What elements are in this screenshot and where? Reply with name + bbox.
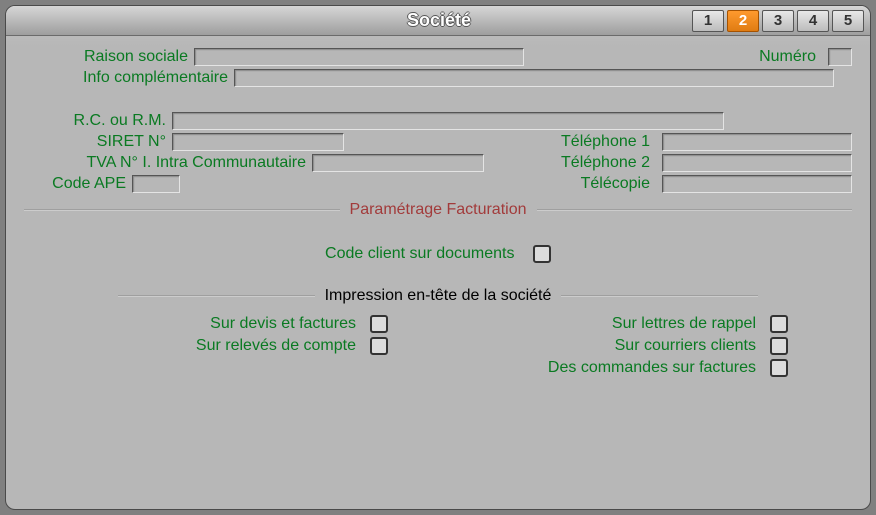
section-impression-title: Impression en-tête de la société bbox=[325, 287, 552, 305]
label-code-client-docs: Code client sur documents bbox=[325, 245, 520, 262]
input-tva-intra[interactable] bbox=[312, 154, 484, 172]
checkbox-sur-devis-factures[interactable] bbox=[370, 315, 388, 333]
section-facturation-title: Paramétrage Facturation bbox=[350, 201, 527, 219]
input-siret[interactable] bbox=[172, 133, 344, 151]
label-siret: SIRET N° bbox=[24, 133, 172, 151]
label-tel1: Téléphone 1 bbox=[561, 133, 656, 151]
checkbox-sur-releves[interactable] bbox=[370, 337, 388, 355]
pager-btn-5[interactable]: 5 bbox=[832, 10, 864, 32]
input-code-ape[interactable] bbox=[132, 175, 180, 193]
label-rc-rm: R.C. ou R.M. bbox=[24, 112, 172, 130]
pager: 1 2 3 4 5 bbox=[692, 10, 864, 32]
label-code-ape: Code APE bbox=[24, 175, 132, 193]
label-fax: Télécopie bbox=[581, 175, 656, 193]
input-fax[interactable] bbox=[662, 175, 852, 193]
label-tva-intra: TVA N° I. Intra Communautaire bbox=[24, 154, 312, 172]
pager-btn-1[interactable]: 1 bbox=[692, 10, 724, 32]
input-info-compl[interactable] bbox=[234, 69, 834, 87]
pager-btn-2[interactable]: 2 bbox=[727, 10, 759, 32]
checkbox-sur-courriers-clients[interactable] bbox=[770, 337, 788, 355]
section-facturation: Paramétrage Facturation bbox=[24, 201, 852, 219]
window-title: Société bbox=[6, 10, 692, 31]
pager-btn-4[interactable]: 4 bbox=[797, 10, 829, 32]
section-impression: Impression en-tête de la société bbox=[118, 287, 758, 305]
label-sur-releves: Sur relevés de compte bbox=[196, 337, 362, 355]
input-rc-rm[interactable] bbox=[172, 112, 724, 130]
input-numero[interactable] bbox=[828, 48, 852, 66]
label-tel2: Téléphone 2 bbox=[561, 154, 656, 172]
checkbox-commandes-sur-factures[interactable] bbox=[770, 359, 788, 377]
checkbox-code-client-docs[interactable] bbox=[533, 245, 551, 263]
label-sur-devis-factures: Sur devis et factures bbox=[210, 315, 362, 333]
label-sur-courriers-clients: Sur courriers clients bbox=[615, 337, 762, 355]
label-raison-sociale: Raison sociale bbox=[24, 48, 194, 66]
label-info-compl: Info complémentaire bbox=[24, 69, 234, 87]
label-numero: Numéro bbox=[759, 48, 822, 66]
pager-btn-3[interactable]: 3 bbox=[762, 10, 794, 32]
label-commandes-sur-factures: Des commandes sur factures bbox=[548, 359, 762, 377]
input-raison-sociale[interactable] bbox=[194, 48, 524, 66]
input-tel1[interactable] bbox=[662, 133, 852, 151]
societe-window: Société 1 2 3 4 5 Raison sociale Numéro … bbox=[5, 5, 871, 510]
input-tel2[interactable] bbox=[662, 154, 852, 172]
titlebar: Société 1 2 3 4 5 bbox=[6, 6, 870, 36]
checkbox-sur-lettres-rappel[interactable] bbox=[770, 315, 788, 333]
label-sur-lettres-rappel: Sur lettres de rappel bbox=[612, 315, 762, 333]
